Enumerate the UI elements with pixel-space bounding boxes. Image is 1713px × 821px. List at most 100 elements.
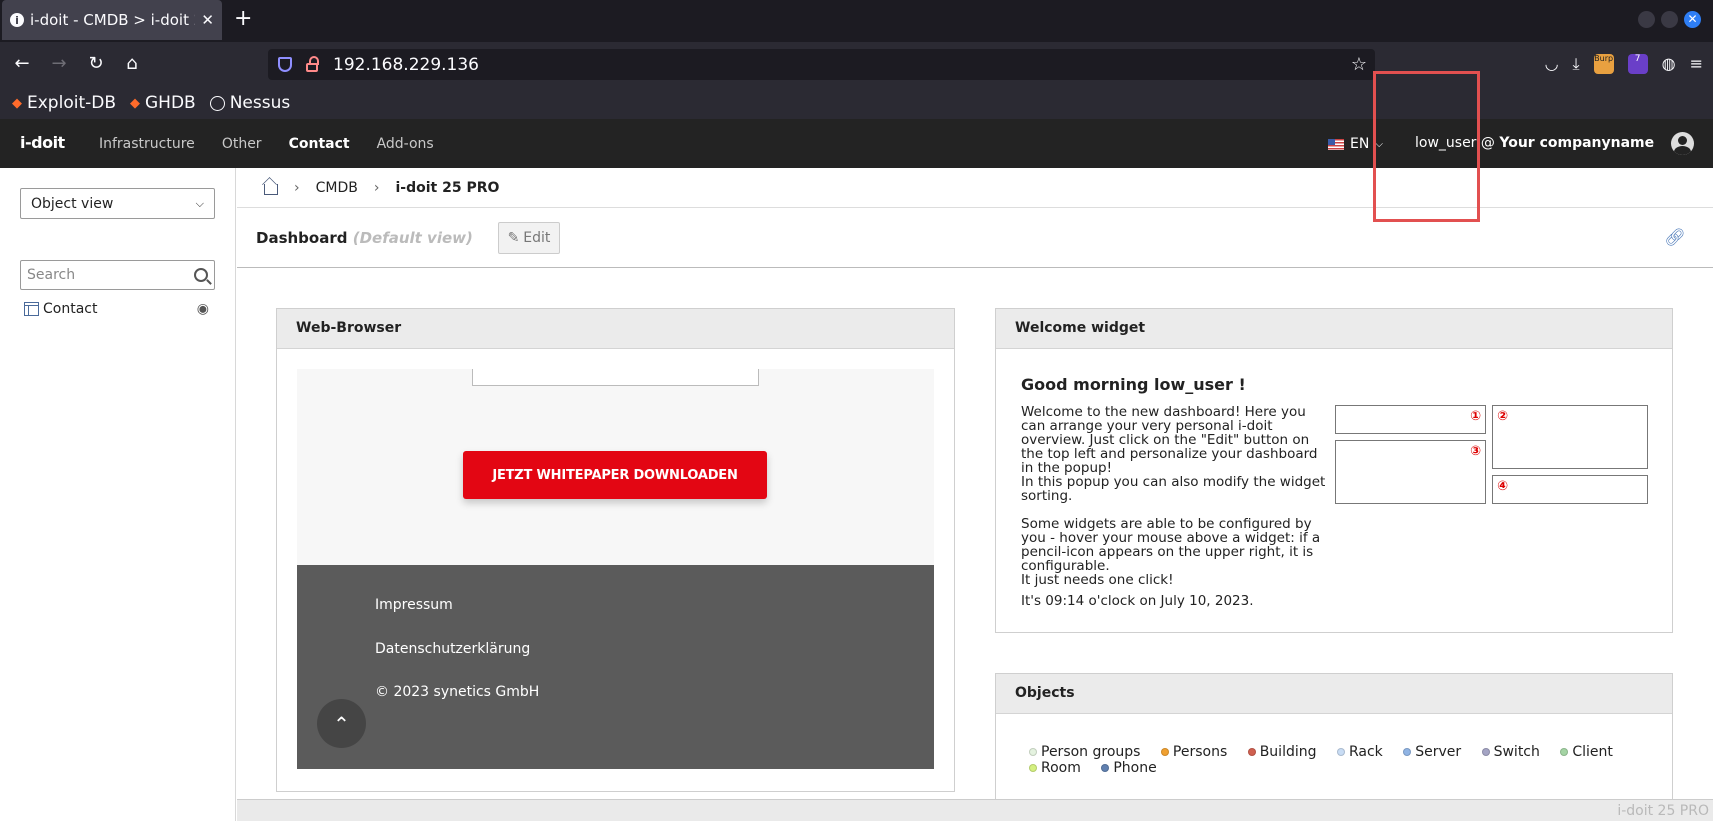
whitepaper-download-button[interactable]: JETZT WHITEPAPER DOWNLOADEN — [463, 451, 767, 499]
nav-addons[interactable]: Add-ons — [377, 136, 434, 152]
tab-close-icon[interactable]: ✕ — [201, 11, 214, 29]
nav-contact[interactable]: Contact — [289, 136, 350, 152]
nav-other[interactable]: Other — [222, 136, 262, 152]
datenschutz-link[interactable]: Datenschutzerklärung — [375, 641, 530, 657]
legend-dot — [1029, 748, 1037, 756]
legend-item[interactable]: Switch — [1481, 744, 1540, 760]
link-icon[interactable]: 🔗︎ — [1664, 228, 1686, 248]
dashboard-subtitle: (Default view) — [352, 229, 473, 247]
chevron-down-icon: ⌵ — [195, 196, 204, 210]
extension-globe-icon[interactable]: ◍ — [1662, 54, 1676, 74]
avatar[interactable] — [1671, 132, 1694, 155]
table-icon — [24, 302, 39, 316]
edit-button[interactable]: ✎ Edit — [498, 222, 560, 254]
browser-tab[interactable]: i i-doit - CMDB > i-doit 25 PRO ✕ — [2, 0, 222, 40]
extension-badge-icon[interactable]: 7 — [1627, 54, 1648, 74]
marker-3: ③ — [1469, 444, 1481, 459]
forward-arrow-icon[interactable]: → — [47, 52, 71, 76]
welcome-text: Welcome to the new dashboard! Here you c… — [1021, 405, 1331, 601]
sidebar-search[interactable] — [20, 260, 215, 290]
insecure-lock-icon[interactable] — [306, 55, 319, 72]
legend-label: Room — [1041, 760, 1081, 776]
welcome-paragraph: It just needs one click! — [1021, 572, 1174, 588]
exploitdb-icon: ◆ — [12, 95, 22, 111]
select-value: Object view — [31, 195, 114, 212]
tree-item-contact[interactable]: Contact ◉ — [24, 301, 209, 317]
legend-item[interactable]: Building — [1247, 744, 1317, 760]
close-window-button[interactable]: ✕ — [1684, 11, 1701, 28]
legend-label: Rack — [1348, 744, 1383, 760]
shield-icon[interactable] — [278, 57, 292, 72]
maximize-button[interactable] — [1661, 11, 1678, 28]
bookmark-label: Exploit-DB — [27, 93, 116, 113]
new-tab-button[interactable]: + — [234, 8, 252, 30]
legend-dot — [1247, 748, 1256, 756]
us-flag-icon — [1328, 138, 1344, 150]
tree-item-label: Contact — [43, 301, 98, 317]
legend-label: Switch — [1493, 744, 1540, 760]
search-input[interactable] — [27, 267, 187, 283]
chevron-right-icon: › — [294, 179, 300, 196]
welcome-paragraph: In this popup you can also modify the wi… — [1021, 474, 1326, 504]
nav-infrastructure[interactable]: Infrastructure — [99, 136, 195, 152]
legend-item[interactable]: Room — [1029, 760, 1081, 776]
legend-dot — [1481, 748, 1490, 756]
exploitdb-icon: ◆ — [130, 95, 140, 111]
bookmark-nessus[interactable]: Nessus — [209, 93, 290, 113]
objects-widget: Objects Person groups Persons Building R… — [995, 673, 1673, 803]
legend-item[interactable]: Client — [1560, 744, 1613, 760]
search-icon[interactable] — [194, 268, 208, 282]
idoit-logo[interactable]: i-doit — [20, 133, 65, 152]
legend-label: Person groups — [1041, 744, 1141, 760]
welcome-widget: Welcome widget Good morning low_user ! W… — [995, 308, 1673, 633]
embedded-webpage[interactable]: JETZT WHITEPAPER DOWNLOADEN Impressum Da… — [297, 369, 934, 769]
impressum-link[interactable]: Impressum — [375, 597, 453, 613]
url-bar[interactable]: 192.168.229.136 ☆ — [268, 49, 1375, 80]
marker-2: ② — [1497, 409, 1509, 424]
breadcrumb-current: i-doit 25 PRO — [395, 179, 500, 196]
pocket-icon[interactable]: ◡ — [1545, 54, 1559, 74]
legend-dot — [1336, 748, 1345, 756]
embedded-footer: Impressum Datenschutzerklärung © 2023 sy… — [297, 565, 934, 769]
breadcrumb-cmdb[interactable]: CMDB — [316, 180, 358, 196]
browser-tabbar: i i-doit - CMDB > i-doit 25 PRO ✕ + ✕ — [0, 0, 1713, 42]
marker-1: ① — [1469, 409, 1481, 424]
legend-item[interactable]: Person groups — [1029, 744, 1140, 760]
bookmark-exploitdb[interactable]: ◆ Exploit-DB — [12, 93, 116, 113]
eye-icon[interactable]: ◉ — [197, 301, 209, 317]
legend-label: Client — [1572, 744, 1613, 760]
home-icon[interactable]: ⌂ — [120, 52, 144, 76]
menu-icon[interactable]: ≡ — [1690, 54, 1703, 74]
minimize-button[interactable] — [1638, 11, 1655, 28]
back-arrow-icon[interactable]: ← — [10, 52, 34, 76]
embedded-input[interactable] — [472, 369, 759, 386]
download-icon[interactable]: ⤓ — [1573, 54, 1580, 74]
page-title: Dashboard (Default view) — [256, 229, 473, 247]
layout-diagram-box: ② — [1492, 405, 1648, 469]
legend-item[interactable]: Server — [1403, 744, 1461, 760]
main-nav: Infrastructure Other Contact Add-ons — [99, 119, 434, 168]
legend-dot — [1560, 748, 1569, 756]
legend-item[interactable]: Rack — [1336, 744, 1383, 760]
url-text[interactable]: 192.168.229.136 — [333, 55, 479, 75]
edit-label: Edit — [523, 230, 551, 246]
bookmark-star-icon[interactable]: ☆ — [1351, 54, 1367, 75]
legend-item[interactable]: Phone — [1101, 760, 1157, 776]
burp-extension-icon[interactable]: Burp — [1593, 54, 1614, 74]
legend-item[interactable]: Persons — [1160, 744, 1227, 760]
clock-text: It's 09:14 o'clock on July 10, 2023. — [1021, 593, 1254, 609]
bookmark-ghdb[interactable]: ◆ GHDB — [130, 93, 196, 113]
legend-label: Server — [1415, 744, 1462, 760]
object-view-select[interactable]: Object view ⌵ — [20, 188, 215, 219]
scroll-to-top-button[interactable]: ⌃ — [317, 699, 366, 748]
legend-dot — [1160, 748, 1169, 756]
red-highlight-annotation — [1373, 71, 1480, 222]
greeting: Good morning low_user ! — [1021, 375, 1246, 394]
legend-dot — [1029, 764, 1037, 772]
dashboard-title: Dashboard — [256, 229, 348, 247]
sidebar: Object view ⌵ Contact ◉ — [0, 168, 236, 821]
reload-icon[interactable]: ↻ — [84, 52, 108, 76]
info-icon: i — [10, 13, 24, 27]
home-icon[interactable] — [264, 184, 278, 195]
legend-dot — [1403, 748, 1412, 756]
